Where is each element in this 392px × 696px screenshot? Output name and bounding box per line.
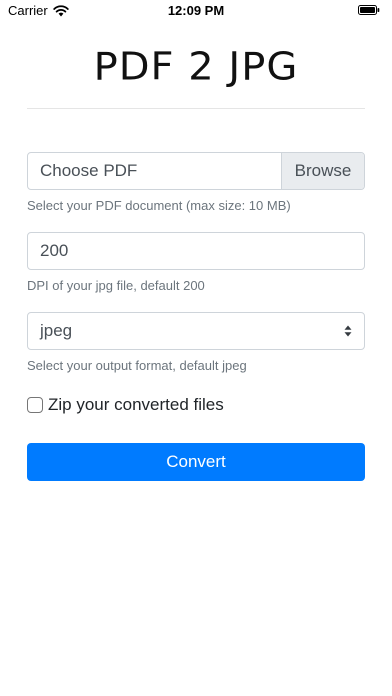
battery-icon [358,5,380,15]
format-select[interactable]: jpeg [27,312,365,350]
convert-button[interactable]: Convert [27,443,365,481]
page-title: PDF 2 JPG [93,45,299,89]
zip-checkbox-label[interactable]: Zip your converted files [48,395,224,415]
pdf-file-input[interactable]: Choose PDF Browse [27,152,365,190]
dpi-help-text: DPI of your jpg file, default 200 [27,278,205,293]
status-time: 12:09 PM [167,3,225,18]
title-divider [27,108,365,109]
format-select-value: jpeg [40,321,73,340]
pdf-help-text: Select your PDF document (max size: 10 M… [27,198,291,213]
select-arrows-icon [344,325,352,337]
choose-pdf-label[interactable]: Choose PDF [28,153,281,189]
dpi-input[interactable]: 200 [27,232,365,270]
zip-option[interactable]: Zip your converted files [27,395,224,415]
zip-checkbox[interactable] [27,397,43,413]
format-help-text: Select your output format, default jpeg [27,358,247,373]
status-bar: Carrier 12:09 PM [0,0,392,22]
browse-button[interactable]: Browse [281,153,364,189]
